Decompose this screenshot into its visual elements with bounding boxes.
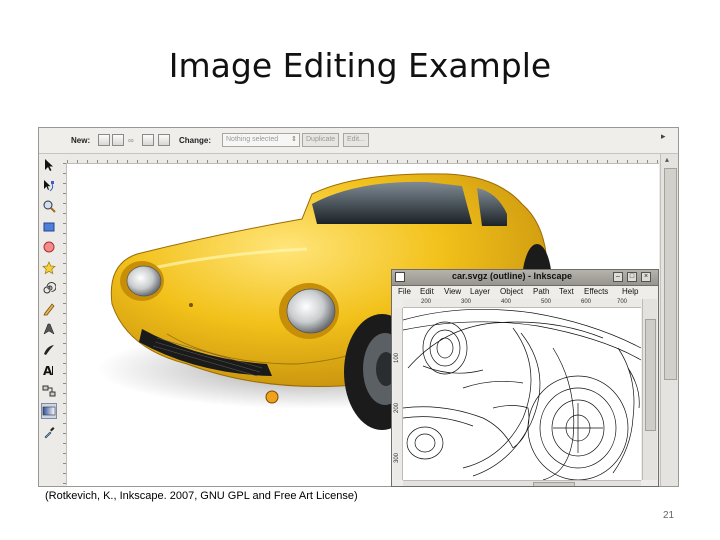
menu-effects[interactable]: Effects [584, 287, 608, 296]
selection-combo-value: Nothing selected [226, 136, 279, 143]
change-label: Change: [179, 136, 211, 145]
image-credit-caption: (Rotkevich, K., Inkscape. 2007, GNU GPL … [45, 490, 358, 502]
outline-view-window: car.svgz (outline) - Inkscape – □ × File… [391, 269, 659, 487]
outline-window-title: car.svgz (outline) - Inkscape [452, 271, 573, 281]
main-scroll-thumb[interactable] [664, 168, 677, 380]
new-box-button[interactable] [158, 134, 170, 146]
menu-object[interactable]: Object [500, 287, 523, 296]
minimize-icon[interactable]: – [613, 272, 623, 282]
maximize-icon[interactable]: □ [627, 272, 637, 282]
ellipse-icon[interactable] [42, 240, 56, 254]
new-square-button[interactable] [112, 134, 124, 146]
slide-title: Image Editing Example [168, 46, 552, 85]
ruler-label: 200 [394, 402, 400, 413]
outline-menubar: File Edit View Layer Object Path Text Ef… [392, 286, 658, 298]
menu-help[interactable]: Help [622, 287, 638, 296]
link-icon: ∞ [128, 136, 134, 145]
text-icon[interactable]: A [42, 363, 56, 377]
star-icon[interactable] [42, 260, 56, 275]
ruler-label: 200 [421, 299, 432, 305]
window-menu-icon[interactable] [395, 272, 405, 282]
combo-arrow-icon: ⇕ [291, 136, 297, 143]
outline-horizontal-ruler: 200 300 400 500 600 700 [403, 299, 641, 308]
ruler-label: 700 [617, 299, 628, 305]
vertical-ruler [58, 163, 67, 485]
slide-page-number: 21 [663, 510, 675, 521]
menu-layer[interactable]: Layer [470, 287, 490, 296]
edit-button[interactable]: Edit... [343, 133, 369, 147]
selection-combo[interactable]: Nothing selected ⇕ [222, 133, 300, 147]
node-edit-icon[interactable] [42, 179, 56, 193]
gradient-icon[interactable] [41, 403, 57, 419]
menu-path[interactable]: Path [533, 287, 549, 296]
close-icon[interactable]: × [641, 272, 651, 282]
ruler-label: 100 [394, 352, 400, 363]
scroll-up-icon[interactable]: ▴ [665, 155, 669, 164]
connector-icon[interactable] [42, 384, 56, 398]
calligraphy-icon[interactable] [42, 343, 56, 357]
select-arrow-icon[interactable] [42, 158, 56, 172]
ruler-label: 500 [541, 299, 552, 305]
ruler-label: 300 [394, 452, 400, 463]
ruler-label: 600 [581, 299, 592, 305]
outline-hscroll-thumb[interactable] [533, 482, 575, 486]
car-outline-illustration [403, 308, 641, 480]
main-vertical-scrollbar[interactable]: ▴ [660, 154, 678, 486]
pencil-icon[interactable] [42, 302, 56, 316]
dropper-icon[interactable] [42, 425, 56, 439]
svg-text:A: A [43, 364, 53, 377]
duplicate-button[interactable]: Duplicate [302, 133, 340, 147]
menu-text[interactable]: Text [559, 287, 574, 296]
menu-edit[interactable]: Edit [420, 287, 434, 296]
toolbar-overflow-icon[interactable]: ▸ [661, 131, 666, 142]
ruler-label: 400 [501, 299, 512, 305]
menu-view[interactable]: View [444, 287, 461, 296]
outline-vertical-scrollbar[interactable] [642, 299, 657, 480]
new-label: New: [71, 136, 91, 145]
outline-horizontal-scrollbar[interactable] [403, 480, 641, 486]
new-clone-button[interactable] [142, 134, 154, 146]
outline-scroll-thumb[interactable] [645, 319, 656, 431]
outline-canvas[interactable] [403, 308, 641, 480]
rectangle-icon[interactable] [42, 220, 56, 234]
horizontal-ruler [67, 154, 659, 164]
commands-toolbar: New: ∞ Change: Nothing selected ⇕ Duplic… [39, 128, 678, 154]
menu-file[interactable]: File [398, 287, 411, 296]
outline-window-titlebar[interactable]: car.svgz (outline) - Inkscape – □ × [392, 270, 658, 286]
zoom-icon[interactable] [42, 199, 56, 213]
pen-icon[interactable] [42, 322, 56, 336]
new-rect-button[interactable] [98, 134, 110, 146]
toolbox: A [41, 158, 58, 445]
outline-vertical-ruler: 100 200 300 [394, 308, 403, 480]
spiral-icon[interactable] [42, 281, 56, 295]
ruler-label: 300 [461, 299, 472, 305]
